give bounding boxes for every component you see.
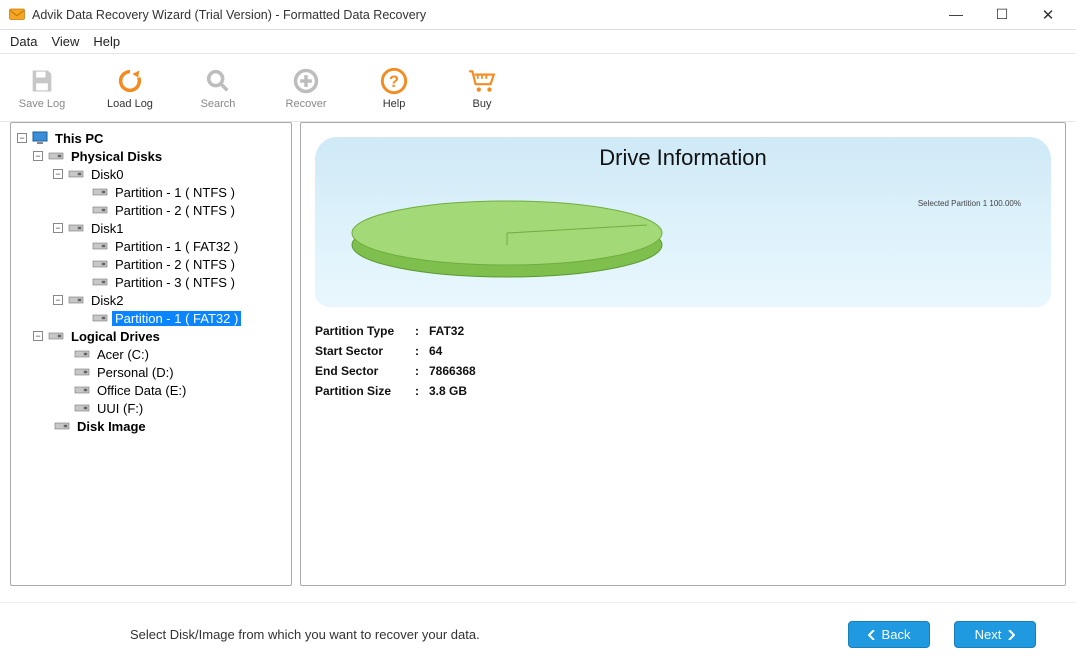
- tree-disk-image[interactable]: Disk Image: [13, 417, 289, 435]
- tree-acer[interactable]: Acer (C:): [13, 345, 289, 363]
- drive-info-banner: Drive Information Selected Partition 1 1…: [315, 137, 1051, 307]
- drive-info-title: Drive Information: [315, 145, 1051, 171]
- tree-uui[interactable]: UUI (F:): [13, 399, 289, 417]
- tree-disk2[interactable]: −Disk2: [13, 291, 289, 309]
- drive-icon: [74, 400, 90, 416]
- save-log-button[interactable]: Save Log: [8, 58, 76, 118]
- ssec-value: 64: [429, 344, 442, 358]
- chevron-right-icon: [1007, 630, 1015, 640]
- psize-label: Partition Size: [315, 384, 415, 398]
- drive-icon: [92, 256, 108, 272]
- drive-icon: [92, 310, 108, 326]
- tree-personal[interactable]: Personal (D:): [13, 363, 289, 381]
- drive-icon: [92, 238, 108, 254]
- tree-physical-disks[interactable]: −Physical Disks: [13, 147, 289, 165]
- tree-d0p2[interactable]: Partition - 2 ( NTFS ): [13, 201, 289, 219]
- tree-office[interactable]: Office Data (E:): [13, 381, 289, 399]
- pie-chart: [347, 185, 667, 295]
- search-button[interactable]: Search: [184, 58, 252, 118]
- close-button[interactable]: ✕: [1034, 6, 1062, 24]
- ptype-value: FAT32: [429, 324, 464, 338]
- tree-d0p1[interactable]: Partition - 1 ( NTFS ): [13, 183, 289, 201]
- info-pane: Drive Information Selected Partition 1 1…: [300, 122, 1066, 586]
- search-icon: [204, 66, 232, 96]
- psize-value: 3.8 GB: [429, 384, 467, 398]
- tree-this-pc[interactable]: −This PC: [13, 129, 289, 147]
- drive-icon: [92, 202, 108, 218]
- maximize-button[interactable]: ☐: [988, 6, 1016, 24]
- app-icon: [8, 6, 26, 24]
- drive-icon: [74, 346, 90, 362]
- tree-d1p2[interactable]: Partition - 2 ( NTFS ): [13, 255, 289, 273]
- drive-icon: [74, 364, 90, 380]
- drive-icon: [92, 274, 108, 290]
- next-button[interactable]: Next: [954, 621, 1036, 648]
- drive-info-table: Partition Type:FAT32 Start Sector:64 End…: [315, 321, 1051, 401]
- drive-icon: [68, 220, 84, 236]
- window-title: Advik Data Recovery Wizard (Trial Versio…: [32, 8, 426, 22]
- tree-d1p1[interactable]: Partition - 1 ( FAT32 ): [13, 237, 289, 255]
- cart-icon: [467, 66, 497, 96]
- drive-icon: [48, 328, 64, 344]
- tree-d1p3[interactable]: Partition - 3 ( NTFS ): [13, 273, 289, 291]
- drive-icon: [68, 292, 84, 308]
- save-icon: [28, 66, 56, 96]
- toolbar: Save Log Load Log Search Recover ? Help …: [0, 54, 1076, 122]
- recover-button[interactable]: Recover: [272, 58, 340, 118]
- recover-icon: [292, 66, 320, 96]
- svg-text:?: ?: [389, 72, 399, 90]
- drive-icon: [54, 418, 70, 434]
- drive-icon: [68, 166, 84, 182]
- pie-legend: Selected Partition 1 100.00%: [918, 199, 1021, 208]
- tree-disk0[interactable]: −Disk0: [13, 165, 289, 183]
- tree-pane: −This PC −Physical Disks −Disk0 Partitio…: [10, 122, 292, 586]
- pc-icon: [32, 130, 48, 146]
- drive-icon: [92, 184, 108, 200]
- back-button[interactable]: Back: [848, 621, 930, 648]
- help-icon: ?: [380, 66, 408, 96]
- esec-label: End Sector: [315, 364, 415, 378]
- load-log-button[interactable]: Load Log: [96, 58, 164, 118]
- menu-help[interactable]: Help: [93, 34, 120, 49]
- menu-data[interactable]: Data: [10, 34, 37, 49]
- tree-disk1[interactable]: −Disk1: [13, 219, 289, 237]
- ptype-label: Partition Type: [315, 324, 415, 338]
- ssec-label: Start Sector: [315, 344, 415, 358]
- help-button[interactable]: ? Help: [360, 58, 428, 118]
- tree-d2p1[interactable]: Partition - 1 ( FAT32 ): [13, 309, 289, 327]
- window-controls: — ☐ ✕: [942, 6, 1068, 24]
- chevron-left-icon: [868, 630, 876, 640]
- drive-icon: [48, 148, 64, 164]
- menubar: Data View Help: [0, 30, 1076, 54]
- footer-hint: Select Disk/Image from which you want to…: [130, 627, 480, 642]
- drive-icon: [74, 382, 90, 398]
- footer: Select Disk/Image from which you want to…: [0, 602, 1076, 666]
- buy-button[interactable]: Buy: [448, 58, 516, 118]
- esec-value: 7866368: [429, 364, 476, 378]
- minimize-button[interactable]: —: [942, 6, 970, 24]
- reload-icon: [116, 66, 144, 96]
- menu-view[interactable]: View: [51, 34, 79, 49]
- titlebar: Advik Data Recovery Wizard (Trial Versio…: [0, 0, 1076, 30]
- tree-logical-drives[interactable]: −Logical Drives: [13, 327, 289, 345]
